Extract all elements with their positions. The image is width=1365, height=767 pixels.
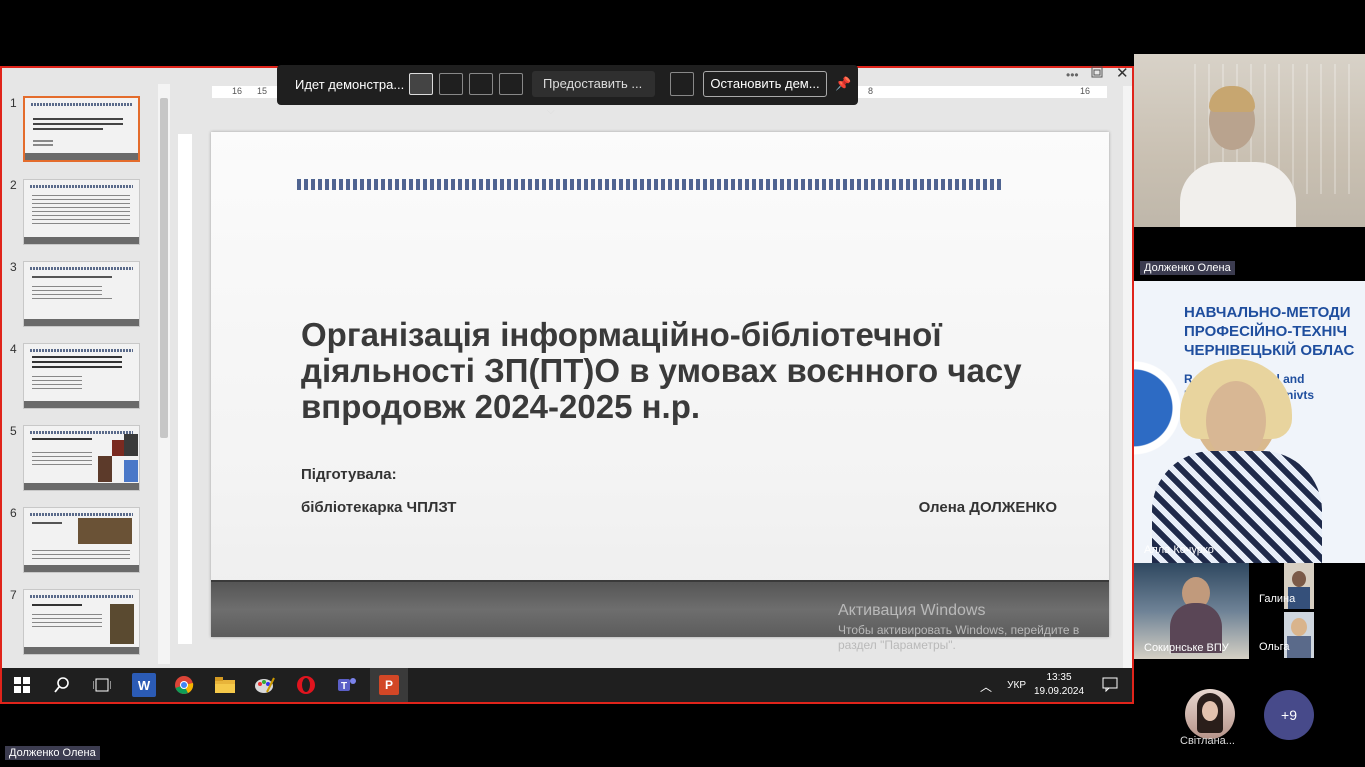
screen-share-toolbar: Идет демонстра... Предоставить ... ⌵ Ост… xyxy=(277,65,858,117)
thumb-number: 2 xyxy=(10,178,17,192)
opera-icon[interactable] xyxy=(294,673,318,697)
slide-thumbnail-2[interactable] xyxy=(23,179,140,245)
participant-name: Долженко Олена xyxy=(1140,261,1235,275)
vertical-ruler xyxy=(178,134,192,644)
slide-thumbnail-1[interactable] xyxy=(23,96,140,162)
participant-name: Алла Кочурко xyxy=(1144,544,1214,556)
svg-text:T: T xyxy=(341,681,347,692)
slide-thumbnail-7[interactable] xyxy=(23,589,140,655)
participant-name: Галина xyxy=(1259,593,1296,605)
current-slide[interactable]: Організація інформаційно-бібліотечної ді… xyxy=(211,132,1109,637)
author-role: бібліотекарка ЧПЛЗТ xyxy=(301,499,457,516)
slide-title: Організація інформаційно-бібліотечної ді… xyxy=(301,316,1022,425)
participant-name: Ольга xyxy=(1259,641,1290,653)
clock-date[interactable]: 19.09.2024 xyxy=(1032,686,1086,697)
restore-icon[interactable] xyxy=(1091,66,1103,81)
video-tile-alla[interactable]: НАВЧАЛЬНО-МЕТОДИ ПРОФЕСІЙНО-ТЕХНІЧ ЧЕРНІ… xyxy=(1134,281,1365,563)
give-control-dropdown[interactable]: Предоставить ... ⌵ xyxy=(532,71,655,117)
participant-name: Світлана... xyxy=(1180,735,1235,747)
teams-icon[interactable]: T xyxy=(335,673,359,697)
clock-time[interactable]: 13:35 xyxy=(1034,672,1084,683)
powerpoint-icon[interactable]: P xyxy=(370,668,408,702)
thumbnails-scrollbar[interactable] xyxy=(158,84,170,664)
windows-activation-watermark: Активация Windows Чтобы активировать Win… xyxy=(838,602,1080,652)
participant-name: Сокирнське ВПУ xyxy=(1144,642,1229,654)
sharing-status: Идет демонстра... xyxy=(295,77,405,92)
thumb-number: 5 xyxy=(10,424,17,438)
thumb-number: 6 xyxy=(10,506,17,520)
video-tile-speaker[interactable] xyxy=(1134,54,1365,227)
thumb-number: 3 xyxy=(10,260,17,274)
file-explorer-icon[interactable] xyxy=(213,673,237,697)
author-name: Олена ДОЛЖЕНКО xyxy=(918,499,1057,516)
avatar[interactable] xyxy=(1185,689,1235,739)
share-mode-side-by-side-icon[interactable] xyxy=(469,73,493,95)
slide-thumbnail-6[interactable] xyxy=(23,507,140,573)
slide-thumbnail-3[interactable] xyxy=(23,261,140,327)
more-options-icon[interactable]: ••• xyxy=(1066,68,1079,82)
slide-thumbnail-5[interactable] xyxy=(23,425,140,491)
more-participants-badge[interactable]: +9 xyxy=(1264,690,1314,740)
slide-editor: 16 15 8 16 Організація інформаційно-бібл… xyxy=(176,80,1132,672)
windows-taskbar: W T P ︿ УКР 13:35 19.09.2024 xyxy=(2,668,1132,702)
editor-scrollbar[interactable] xyxy=(1123,86,1132,668)
thumb-number: 1 xyxy=(10,96,17,110)
shared-screen: 1 2 3 4 5 6 7 16 15 8 16 Організація інф… xyxy=(0,66,1134,704)
share-mode-reporter-icon[interactable] xyxy=(499,73,523,95)
participants-panel: Долженко Олена НАВЧАЛЬНО-МЕТОДИ ПРОФЕСІЙ… xyxy=(1134,54,1365,767)
prepared-label: Підготувала: xyxy=(301,466,397,483)
presenter-name-tag: Долженко Олена xyxy=(5,746,100,760)
chrome-icon[interactable] xyxy=(172,673,196,697)
close-icon[interactable]: ✕ xyxy=(1116,64,1129,82)
notifications-icon[interactable] xyxy=(1102,676,1118,695)
word-icon[interactable]: W xyxy=(132,673,156,697)
chevron-up-icon[interactable]: ︿ xyxy=(980,678,992,695)
share-mode-fullscreen-icon[interactable] xyxy=(409,73,433,95)
chevron-down-icon: ⌵ xyxy=(547,106,555,117)
thumb-number: 7 xyxy=(10,588,17,602)
task-view-icon[interactable] xyxy=(90,673,114,697)
pin-icon[interactable]: 📌 xyxy=(835,76,851,92)
slide-thumbnails-pane: 1 2 3 4 5 6 7 xyxy=(2,68,174,668)
decorative-stripe xyxy=(297,179,1001,190)
search-icon[interactable] xyxy=(50,673,74,697)
share-mode-standout-icon[interactable] xyxy=(439,73,463,95)
windows-start-icon[interactable] xyxy=(10,673,34,697)
paint-icon[interactable] xyxy=(253,673,277,697)
thumb-number: 4 xyxy=(10,342,17,356)
language-indicator[interactable]: УКР xyxy=(1007,680,1026,691)
pointer-icon[interactable] xyxy=(670,72,694,96)
stop-sharing-button[interactable]: Остановить дем... xyxy=(703,71,827,97)
slide-thumbnail-4[interactable] xyxy=(23,343,140,409)
